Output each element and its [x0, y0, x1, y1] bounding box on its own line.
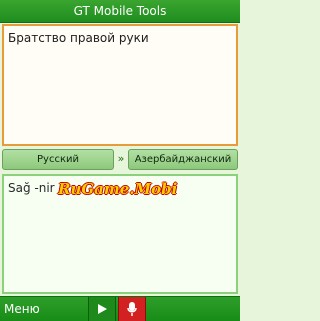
- microphone-icon: [127, 302, 137, 316]
- menu-button[interactable]: Меню: [4, 297, 40, 321]
- title-bar: GT Mobile Tools: [0, 0, 240, 23]
- swap-languages-button[interactable]: »: [116, 149, 126, 170]
- source-text-panel[interactable]: Братство правой руки: [2, 24, 238, 146]
- language-row: Русский » Азербайджанский: [0, 148, 240, 172]
- play-icon: [98, 304, 107, 314]
- microphone-button[interactable]: [118, 297, 146, 321]
- play-button[interactable]: [88, 297, 116, 321]
- source-language-button[interactable]: Русский: [2, 149, 114, 170]
- app-title: GT Mobile Tools: [73, 4, 167, 18]
- bottom-bar: Меню: [0, 296, 240, 321]
- source-text[interactable]: Братство правой руки: [4, 26, 236, 50]
- watermark-logo: RuGame.Mobi: [58, 180, 178, 198]
- target-language-button[interactable]: Азербайджанский: [128, 149, 238, 170]
